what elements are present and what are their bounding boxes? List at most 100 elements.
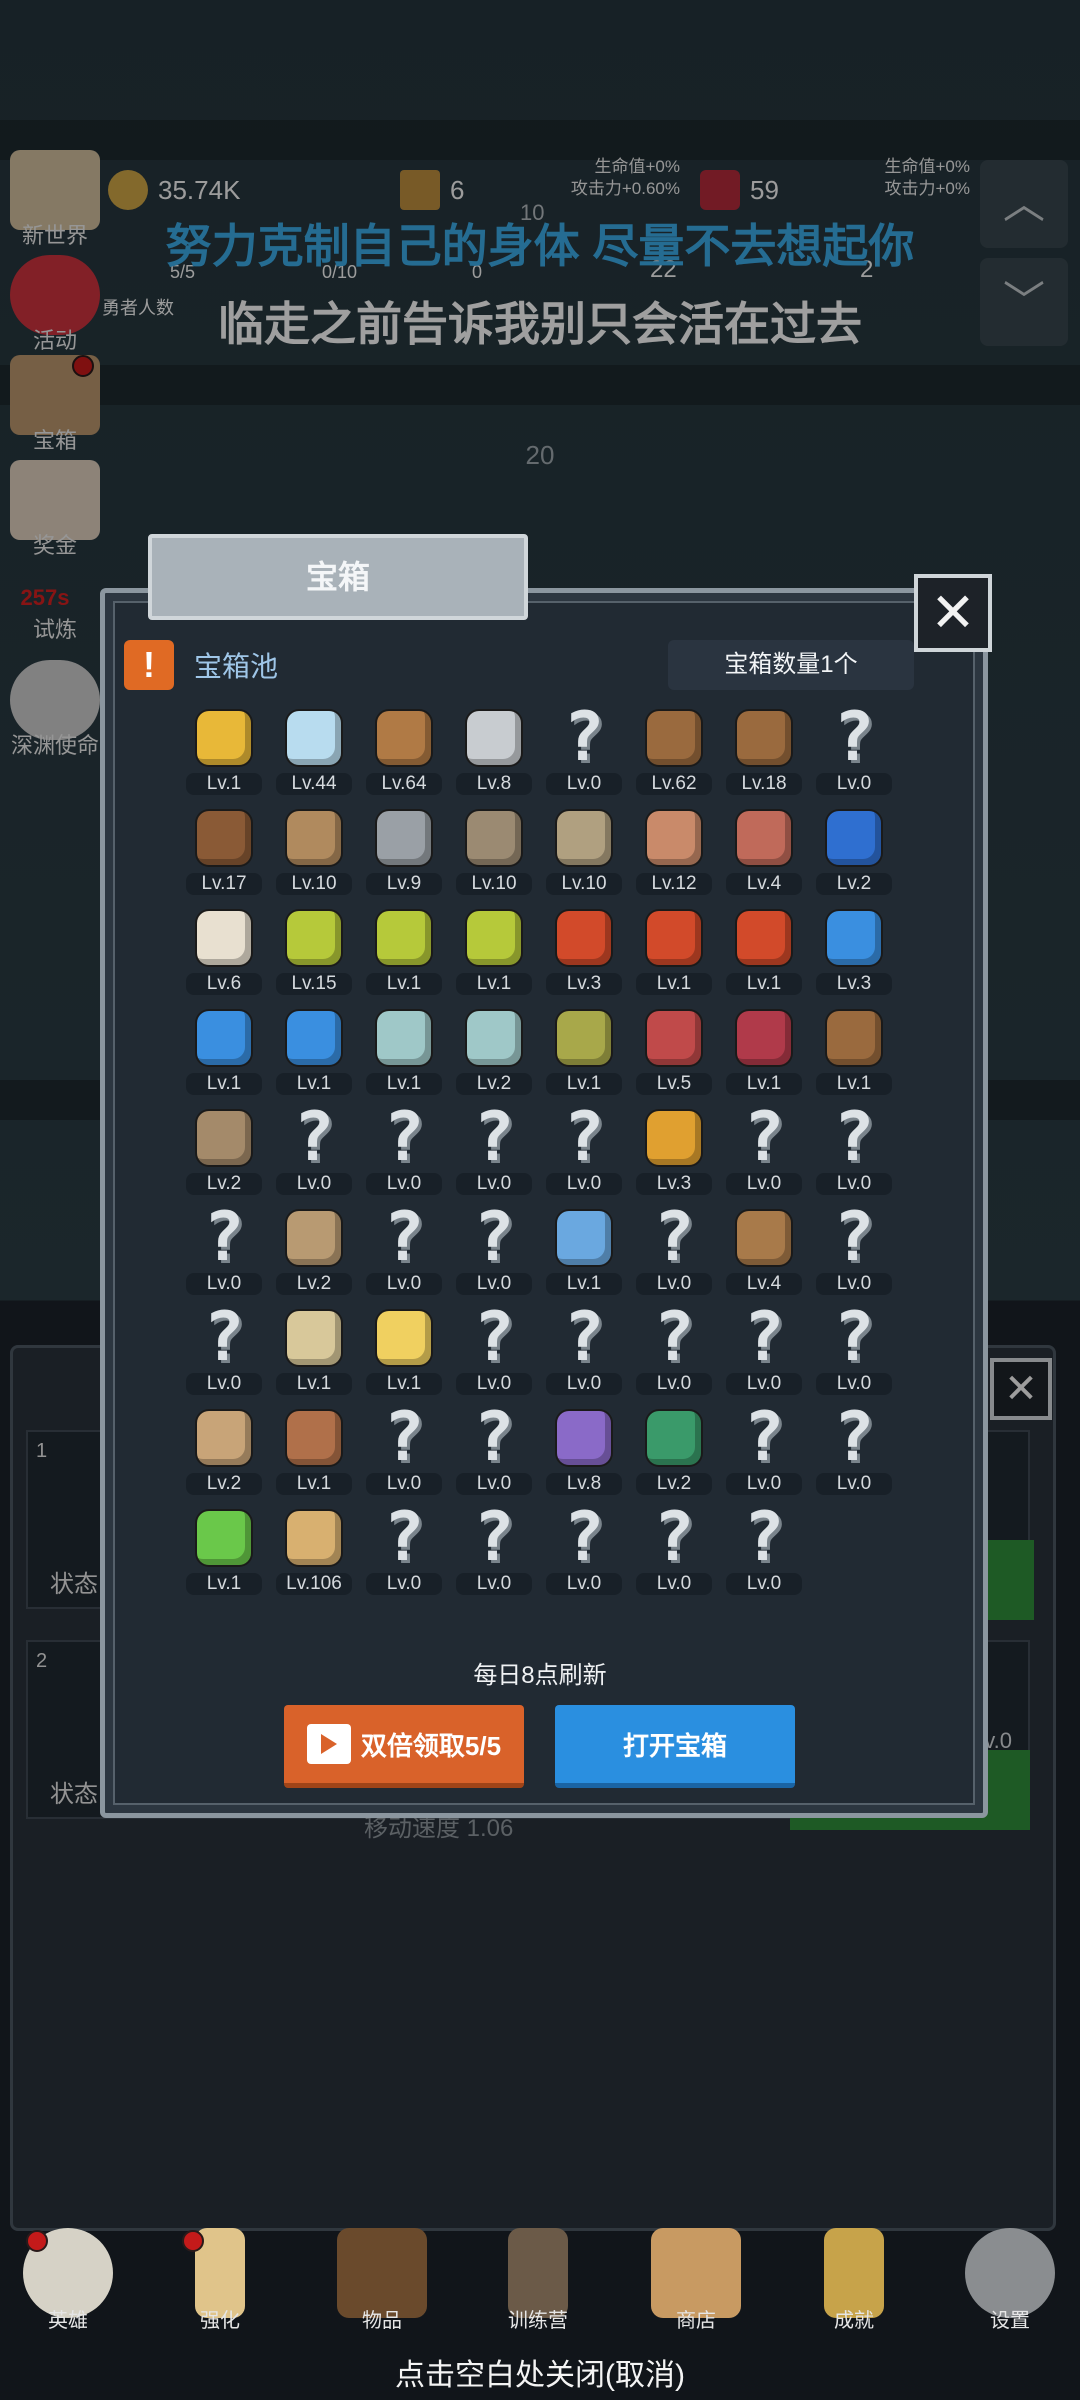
item-cell[interactable]: Lv.4 <box>726 805 802 897</box>
item-cell[interactable]: ? Lv.0 <box>636 1204 712 1297</box>
item-cell[interactable]: ? Lv.0 <box>636 1504 712 1597</box>
item-cell[interactable]: Lv.1 <box>636 905 712 997</box>
item-cell[interactable]: Lv.9 <box>366 805 442 897</box>
item-cell[interactable]: Lv.1 <box>276 1005 352 1097</box>
item-cell[interactable]: Lv.2 <box>636 1405 712 1497</box>
item-cell[interactable]: ? Lv.0 <box>816 1304 892 1397</box>
item-level: Lv.0 <box>816 773 892 795</box>
item-cell[interactable]: ? Lv.0 <box>546 704 622 797</box>
item-cell[interactable]: ? Lv.0 <box>816 1104 892 1197</box>
nav-training[interactable]: 训练营 <box>478 2228 598 2333</box>
item-cell[interactable]: Lv.15 <box>276 905 352 997</box>
item-cell[interactable]: ? Lv.0 <box>816 1404 892 1497</box>
unknown-icon: ? <box>563 1298 605 1377</box>
item-cell[interactable]: Lv.3 <box>546 905 622 997</box>
item-cell[interactable]: Lv.10 <box>546 805 622 897</box>
item-cell[interactable]: ? Lv.0 <box>366 1104 442 1197</box>
red-potion-icon <box>550 905 618 971</box>
item-cell[interactable]: Lv.1 <box>366 905 442 997</box>
item-cell[interactable]: ? Lv.0 <box>186 1204 262 1297</box>
item-cell[interactable]: ? Lv.0 <box>726 1504 802 1597</box>
item-cell[interactable]: ? Lv.0 <box>456 1404 532 1497</box>
item-cell[interactable]: ? Lv.0 <box>366 1204 442 1297</box>
beer-mug-icon <box>280 1505 348 1571</box>
item-cell[interactable]: Lv.1 <box>366 1005 442 1097</box>
double-claim-button[interactable]: 双倍领取5/5 <box>284 1705 524 1788</box>
item-level: Lv.0 <box>816 1173 892 1195</box>
item-cell[interactable]: Lv.1 <box>276 1405 352 1497</box>
backpack-icon <box>730 705 798 771</box>
chest-count: 宝箱数量1个 <box>668 640 914 690</box>
blue-potion-icon <box>280 1005 348 1071</box>
item-cell[interactable]: Lv.1 <box>186 705 262 797</box>
item-cell[interactable]: Lv.1 <box>456 905 532 997</box>
item-cell[interactable]: ? Lv.0 <box>726 1398 802 1497</box>
item-cell[interactable]: Lv.1 <box>366 1305 442 1397</box>
unknown-icon: ? <box>473 1198 515 1277</box>
item-cell[interactable]: Lv.1 <box>546 1005 622 1097</box>
item-cell[interactable]: Lv.18 <box>726 705 802 797</box>
item-cell[interactable]: ? Lv.0 <box>546 1104 622 1197</box>
item-cell[interactable]: Lv.5 <box>636 1005 712 1097</box>
item-cell[interactable]: ? Lv.0 <box>816 698 892 797</box>
item-cell[interactable]: ? Lv.0 <box>366 1504 442 1597</box>
nav-label: 英雄 <box>48 2310 88 2332</box>
item-cell[interactable]: ? Lv.0 <box>186 1304 262 1397</box>
item-cell[interactable]: ? Lv.0 <box>816 1198 892 1297</box>
item-cell[interactable]: Lv.2 <box>186 1105 262 1197</box>
item-cell[interactable]: Lv.1 <box>816 1005 892 1097</box>
item-cell[interactable]: Lv.8 <box>456 705 532 797</box>
open-chest-button[interactable]: 打开宝箱 <box>555 1705 795 1788</box>
unknown-icon: ? <box>833 698 875 777</box>
item-cell[interactable]: ? Lv.0 <box>456 1104 532 1197</box>
item-cell[interactable]: Lv.64 <box>366 705 442 797</box>
item-level: Lv.0 <box>546 1573 622 1595</box>
item-cell[interactable]: Lv.1 <box>276 1305 352 1397</box>
item-cell[interactable]: Lv.2 <box>186 1405 262 1497</box>
item-cell[interactable]: ? Lv.0 <box>456 1198 532 1297</box>
nav-shop[interactable]: 商店 <box>636 2228 756 2333</box>
item-cell[interactable]: Lv.2 <box>816 805 892 897</box>
item-level: Lv.1 <box>276 1373 352 1395</box>
item-cell[interactable]: ? Lv.0 <box>366 1404 442 1497</box>
item-cell[interactable]: Lv.6 <box>186 905 262 997</box>
item-cell[interactable]: Lv.44 <box>276 705 352 797</box>
unknown-icon: ? <box>743 1398 785 1477</box>
item-cell[interactable]: Lv.62 <box>636 705 712 797</box>
item-cell[interactable]: ? Lv.0 <box>456 1504 532 1597</box>
item-cell[interactable]: ? Lv.0 <box>726 1104 802 1197</box>
item-cell[interactable]: Lv.1 <box>546 1205 622 1297</box>
nav-enhance[interactable]: 强化 <box>160 2228 280 2333</box>
backpack-icon <box>640 705 708 771</box>
item-cell[interactable]: Lv.2 <box>456 1005 532 1097</box>
item-level: Lv.2 <box>636 1473 712 1495</box>
item-level: Lv.0 <box>726 1173 802 1195</box>
item-cell[interactable]: ? Lv.0 <box>636 1304 712 1397</box>
item-cell[interactable]: Lv.1 <box>726 905 802 997</box>
item-cell[interactable]: ? Lv.0 <box>276 1104 352 1197</box>
nav-items[interactable]: 物品 <box>322 2228 442 2333</box>
item-cell[interactable]: Lv.8 <box>546 1405 622 1497</box>
item-cell[interactable]: ? Lv.0 <box>726 1304 802 1397</box>
nav-settings[interactable]: 设置 <box>950 2228 1070 2333</box>
item-cell[interactable]: Lv.12 <box>636 805 712 897</box>
item-cell[interactable]: ? Lv.0 <box>546 1298 622 1397</box>
item-level: Lv.106 <box>276 1573 352 1595</box>
item-cell[interactable]: Lv.1 <box>186 1505 262 1597</box>
item-cell[interactable]: Lv.1 <box>726 1005 802 1097</box>
item-cell[interactable]: Lv.4 <box>726 1205 802 1297</box>
item-cell[interactable]: ? Lv.0 <box>456 1304 532 1397</box>
item-cell[interactable]: Lv.3 <box>816 905 892 997</box>
item-cell[interactable]: Lv.106 <box>276 1505 352 1597</box>
unknown-icon: ? <box>833 1198 875 1277</box>
item-cell[interactable]: ? Lv.0 <box>546 1504 622 1597</box>
item-cell[interactable]: Lv.2 <box>276 1205 352 1297</box>
nav-achievement[interactable]: 成就 <box>794 2228 914 2333</box>
item-cell[interactable]: Lv.10 <box>276 805 352 897</box>
item-cell[interactable]: Lv.3 <box>636 1105 712 1197</box>
close-button[interactable]: ✕ <box>914 574 992 652</box>
item-cell[interactable]: Lv.1 <box>186 1005 262 1097</box>
nav-hero[interactable]: 英雄 <box>8 2228 128 2333</box>
item-cell[interactable]: Lv.10 <box>456 805 532 897</box>
item-cell[interactable]: Lv.17 <box>186 805 262 897</box>
